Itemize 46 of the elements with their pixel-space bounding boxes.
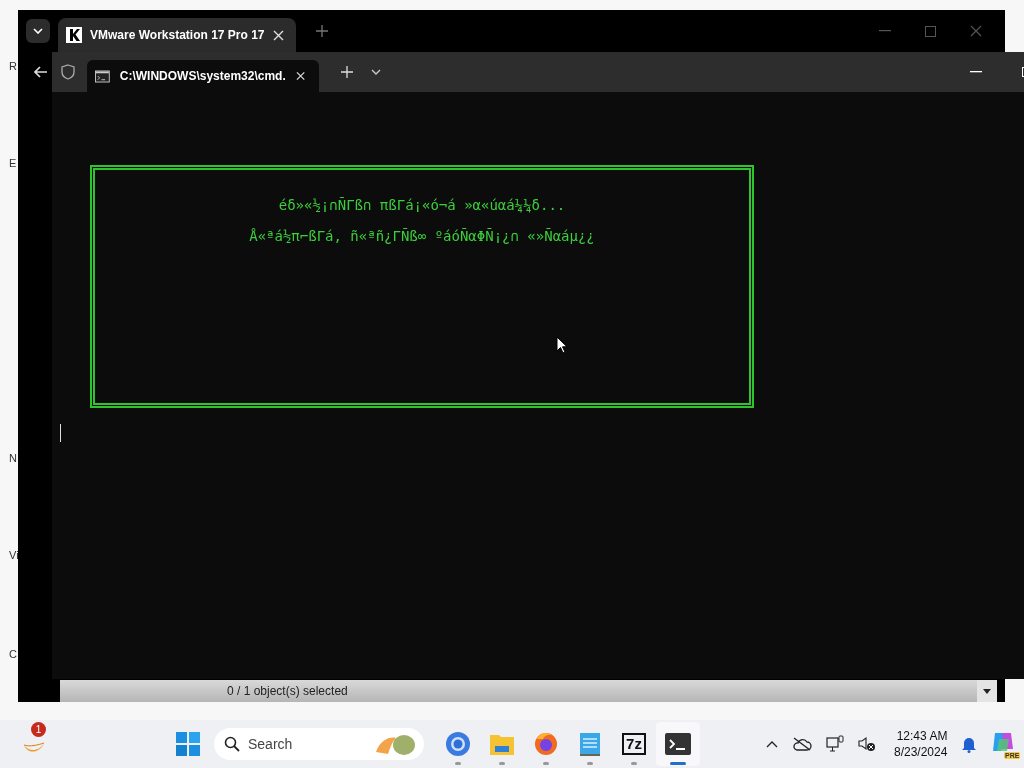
- clock-time: 12:43 AM: [896, 728, 948, 744]
- bell-icon[interactable]: [961, 735, 978, 753]
- volume-muted-icon[interactable]: [858, 736, 876, 752]
- desktop-icon-label: R: [9, 60, 17, 72]
- clock[interactable]: 12:43 AM 8/23/2024: [894, 728, 948, 760]
- status-text: 0 / 1 object(s) selected: [227, 684, 348, 698]
- network-icon[interactable]: [826, 735, 844, 753]
- chevron-down-icon[interactable]: [371, 69, 381, 75]
- console-message: éδ»«½¡∩ÑΓß∩ πßΓá¡«ó¬á »α«úαá¼¼δ...: [278, 197, 566, 213]
- tab-title: VMware Workstation 17 Pro 17: [90, 28, 265, 42]
- minimize-icon[interactable]: [970, 71, 982, 73]
- terminal-tab[interactable]: C:\WINDOWS\system32\cmd.: [87, 60, 319, 92]
- cloud-off-icon[interactable]: [792, 737, 812, 751]
- melon-icon: [374, 732, 416, 756]
- search-icon: [224, 736, 240, 752]
- browser-icon[interactable]: [533, 731, 559, 757]
- clock-date: 8/23/2024: [894, 744, 948, 760]
- console-message: Å«ªá½π⌐ßΓá, ñ«ªñ¿ΓÑß∞ ºáóÑαΦÑ¡¿∩ «»Ñαáµ¿¿: [249, 228, 595, 244]
- notepad-icon[interactable]: [579, 731, 601, 757]
- back-icon[interactable]: [34, 66, 48, 78]
- folder-icon[interactable]: [489, 732, 515, 756]
- new-tab-icon[interactable]: [316, 25, 328, 37]
- start-icon[interactable]: [176, 732, 200, 756]
- tab-title: C:\WINDOWS\system32\cmd.: [119, 69, 286, 83]
- maximize-icon[interactable]: [925, 25, 936, 37]
- app-logo[interactable]: 7z: [622, 733, 646, 755]
- chevron-down-icon: [33, 28, 43, 34]
- search-field[interactable]: Search: [214, 728, 424, 760]
- text-cursor: [60, 424, 61, 442]
- chevron-up-icon[interactable]: [766, 740, 778, 748]
- notification-badge: 1: [31, 722, 46, 737]
- terminal-icon[interactable]: [665, 733, 691, 755]
- desktop-icon-label: Vi: [9, 549, 19, 561]
- desktop-icon-label: C: [9, 648, 17, 660]
- browser-tab[interactable]: VMware Workstation 17 Pro 17: [58, 18, 296, 52]
- desktop-icon-label: E: [9, 157, 17, 169]
- shield-icon[interactable]: [61, 64, 75, 80]
- desktop-icon-label: N: [9, 452, 17, 464]
- dropdown-button[interactable]: [977, 680, 997, 702]
- browser-icon[interactable]: [445, 731, 471, 757]
- console-icon: [95, 69, 110, 83]
- app-icon: [66, 27, 82, 43]
- caret-down-icon: [983, 688, 991, 694]
- minimize-icon[interactable]: [879, 30, 891, 32]
- mouse-pointer-icon: [556, 336, 568, 354]
- tab-list-button[interactable]: [26, 19, 50, 43]
